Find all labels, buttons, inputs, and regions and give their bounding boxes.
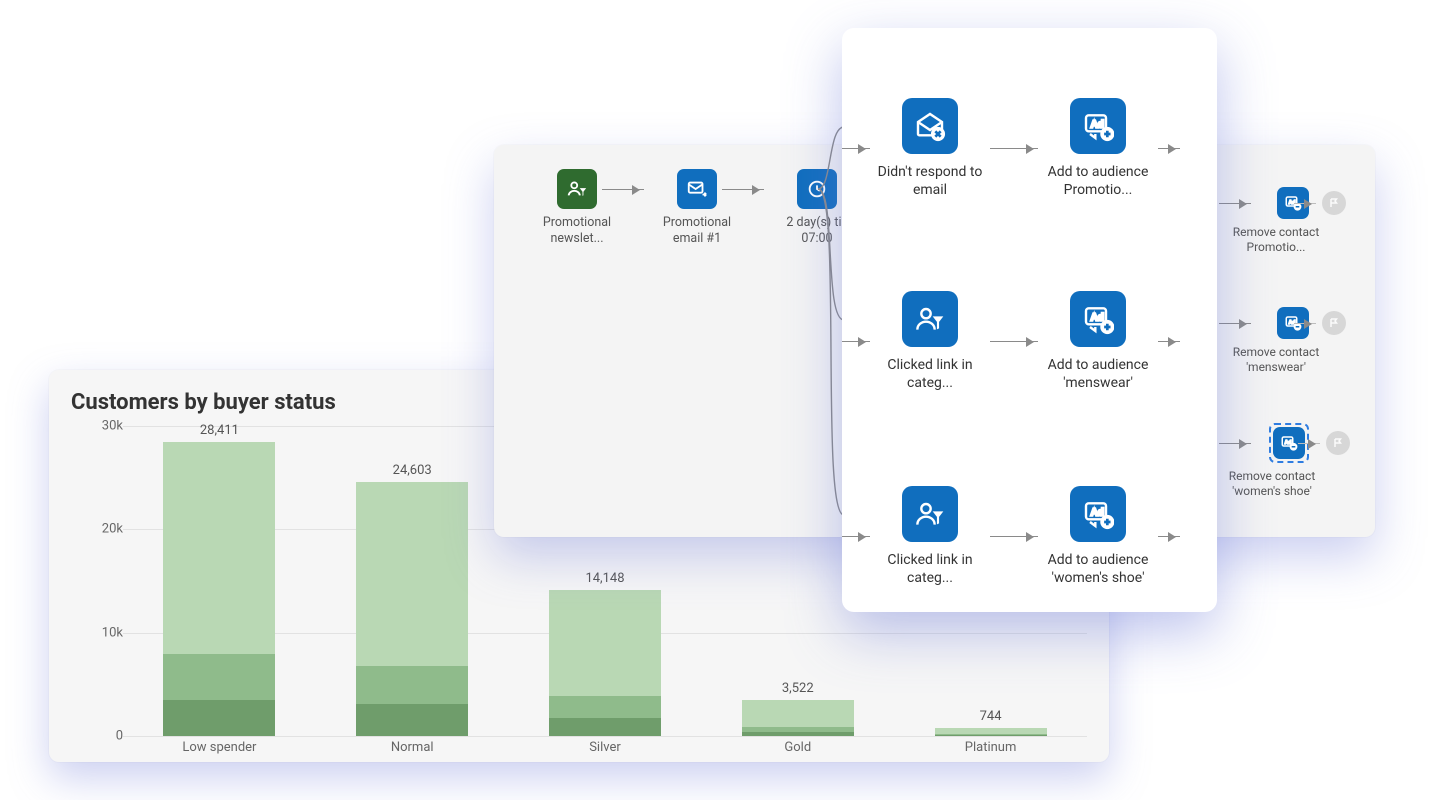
flow-branch-2: Clicked link in categ... Ad Add to audie…	[842, 291, 1217, 392]
flow-arrow	[1158, 341, 1180, 342]
email-no-response-icon	[902, 98, 958, 154]
flow-branch-label: Add to audience Promotio...	[1038, 164, 1158, 199]
chart-bar-value: 3,522	[742, 681, 854, 696]
flow-node-remove-2[interactable]: Ad Remove contact 'menswear'	[1260, 307, 1326, 375]
chart-x-axis: Low spenderNormalSilverGoldPlatinum	[123, 736, 1087, 758]
audience-filter-icon	[902, 486, 958, 542]
flow-arrow	[1219, 443, 1251, 444]
flow-arrow	[1294, 323, 1316, 324]
flow-arrow	[1158, 148, 1180, 149]
chart-y-tick: 10k	[102, 625, 123, 640]
flow-node-email[interactable]: Promotional email #1	[654, 169, 740, 246]
flow-branch-1: Didn't respond to email Ad Add to audien…	[842, 98, 1217, 199]
svg-text:Ad: Ad	[1091, 507, 1104, 518]
chart-x-label: Gold	[701, 740, 894, 755]
chart-x-label: Low spender	[123, 740, 316, 755]
flow-branch-condition[interactable]: Clicked link in categ...	[870, 486, 990, 587]
flow-node-label: Remove contact Promotio...	[1226, 225, 1326, 255]
chart-bar-value: 14,148	[549, 571, 661, 586]
flow-arrow	[842, 148, 870, 149]
flow-node-start[interactable]: Promotional newslet...	[534, 169, 620, 246]
flow-node-remove-3[interactable]: Ad Remove contact 'women's shoe'	[1256, 423, 1322, 499]
flow-arrow	[1294, 203, 1316, 204]
flow-node-remove-1[interactable]: Ad Remove contact Promotio...	[1260, 187, 1326, 255]
flow-branch-condition[interactable]: Clicked link in categ...	[870, 291, 990, 392]
flow-branch-label: Add to audience 'menswear'	[1038, 357, 1158, 392]
flow-arrow	[1158, 536, 1180, 537]
ad-add-icon: Ad	[1070, 291, 1126, 347]
flow-branch-label: Add to audience 'women's shoe'	[1038, 552, 1158, 587]
svg-text:Ad: Ad	[1091, 119, 1104, 130]
ad-add-icon: Ad	[1070, 98, 1126, 154]
flow-branch-label: Didn't respond to email	[870, 164, 990, 199]
flow-end-placeholder[interactable]	[1322, 191, 1346, 215]
chart-bar: 24,603	[356, 426, 468, 736]
flow-arrow	[990, 536, 1038, 537]
flow-node-label: Remove contact 'women's shoe'	[1222, 469, 1322, 499]
chart-y-axis: 010k20k30k	[73, 426, 123, 736]
chart-bar-value: 28,411	[163, 423, 275, 438]
chart-x-label: Normal	[316, 740, 509, 755]
flow-branch-3: Clicked link in categ... Ad Add to audie…	[842, 486, 1217, 587]
flow-branch-action[interactable]: Ad Add to audience Promotio...	[1038, 98, 1158, 199]
audience-filter-icon	[902, 291, 958, 347]
flow-branch-action[interactable]: Ad Add to audience 'menswear'	[1038, 291, 1158, 392]
flow-branch-label: Clicked link in categ...	[870, 357, 990, 392]
chart-y-tick: 30k	[102, 419, 123, 434]
flow-arrow	[1298, 443, 1320, 444]
clock-icon	[797, 169, 837, 209]
flow-branch-label: Clicked link in categ...	[870, 552, 990, 587]
chart-x-label: Platinum	[894, 740, 1087, 755]
flow-node-label: Promotional email #1	[654, 215, 740, 246]
flow-branch-action[interactable]: Ad Add to audience 'women's shoe'	[1038, 486, 1158, 587]
svg-text:Ad: Ad	[1091, 312, 1104, 323]
chart-y-tick: 0	[116, 729, 123, 744]
flow-arrow	[842, 341, 870, 342]
workflow-popup: Didn't respond to email Ad Add to audien…	[842, 28, 1217, 612]
email-send-icon	[677, 169, 717, 209]
flow-branch-condition[interactable]: Didn't respond to email	[870, 98, 990, 199]
chart-x-label: Silver	[509, 740, 702, 755]
ad-add-icon: Ad	[1070, 486, 1126, 542]
flow-node-label: Remove contact 'menswear'	[1226, 345, 1326, 375]
flow-arrow	[990, 341, 1038, 342]
flow-arrow	[602, 189, 644, 190]
flow-arrow	[842, 536, 870, 537]
chart-y-tick: 20k	[102, 522, 123, 537]
chart-bar-value: 744	[935, 709, 1047, 724]
flow-arrow	[1219, 323, 1251, 324]
chart-bar: 28,411	[163, 426, 275, 736]
flow-end-placeholder[interactable]	[1322, 311, 1346, 335]
audience-filter-icon	[557, 169, 597, 209]
flow-arrow	[722, 189, 764, 190]
flow-arrow	[990, 148, 1038, 149]
flow-arrow	[1219, 203, 1251, 204]
chart-bar-value: 24,603	[356, 463, 468, 478]
flow-end-placeholder[interactable]	[1326, 431, 1350, 455]
flow-node-label: Promotional newslet...	[534, 215, 620, 246]
